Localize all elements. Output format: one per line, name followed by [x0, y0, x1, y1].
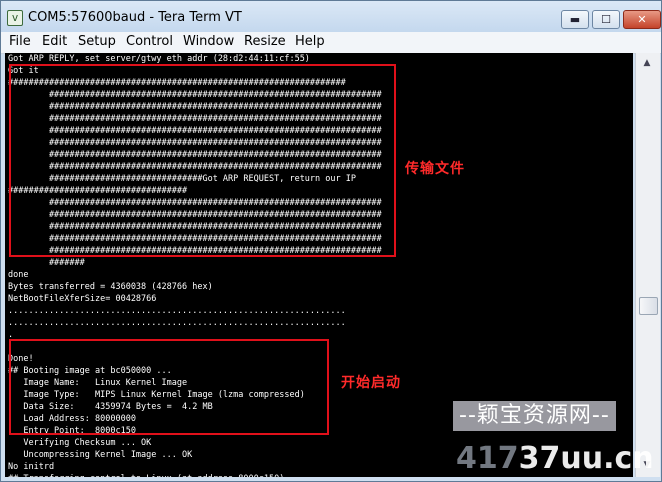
terminal-line: ####### [8, 258, 85, 268]
window-title: COM5:57600baud - Tera Term VT [28, 10, 242, 25]
watermark-url-text: 37uu.cn [518, 441, 654, 476]
vertical-scrollbar[interactable]: ▲ ▼ [635, 53, 660, 477]
watermark-url: 41737uu.cn [456, 439, 654, 479]
terminal-line: No initrd [8, 462, 55, 472]
minimize-button[interactable]: ▬ [561, 10, 589, 29]
menu-file[interactable]: File [9, 34, 31, 49]
scroll-up-arrow-icon[interactable]: ▲ [638, 55, 656, 71]
terminal-line: Uncompressing Kernel Image ... OK [8, 450, 193, 460]
menu-resize[interactable]: Resize [244, 34, 286, 49]
menu-edit[interactable]: Edit [42, 34, 67, 49]
maximize-button[interactable]: ☐ [592, 10, 620, 29]
close-button[interactable]: ✕ [623, 10, 661, 29]
tera-term-app-icon[interactable]: v [7, 10, 23, 26]
menu-setup[interactable]: Setup [78, 34, 116, 49]
start-boot-annotation: 开始启动 [341, 375, 401, 391]
title-bar[interactable]: v COM5:57600baud - Tera Term VT ▬ ☐ ✕ [1, 1, 661, 32]
menu-control[interactable]: Control [126, 34, 173, 49]
menu-window[interactable]: Window [183, 34, 234, 49]
terminal-line: Bytes transferred = 4360038 (428766 hex) [8, 282, 213, 292]
terminal-line: ........................................… [8, 306, 346, 316]
terminal-line: done [8, 270, 29, 280]
transfer-highlight-box [9, 64, 396, 257]
menu-help[interactable]: Help [295, 34, 325, 49]
boot-highlight-box [9, 339, 329, 435]
terminal-line: Verifying Checksum ... OK [8, 438, 152, 448]
menu-bar: File Edit Setup Control Window Resize He… [1, 32, 661, 54]
tera-term-window: v COM5:57600baud - Tera Term VT ▬ ☐ ✕ Fi… [0, 0, 662, 482]
watermark-site-name: --颖宝资源网-- [453, 401, 616, 431]
watermark-prefix: 417 [456, 441, 519, 476]
terminal-line: ........................................… [8, 318, 346, 328]
scroll-thumb[interactable] [639, 297, 658, 315]
transfer-file-annotation: 传输文件 [405, 161, 465, 177]
terminal-line: ## Transferring control to Linux (at add… [8, 473, 305, 477]
terminal-line: NetBootFileXferSize= 00428766 [8, 294, 157, 304]
